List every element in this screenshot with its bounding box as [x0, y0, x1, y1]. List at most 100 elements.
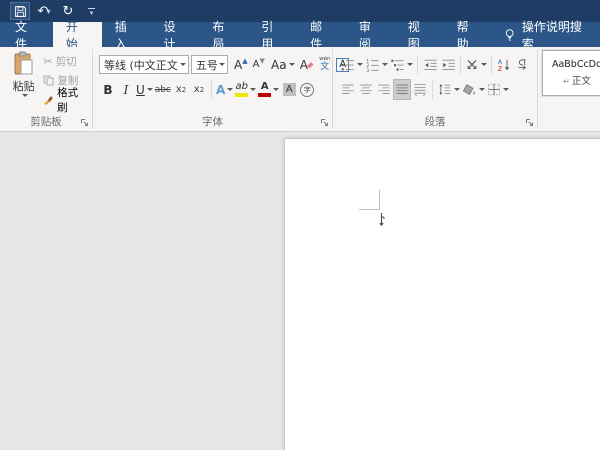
decrease-indent-button[interactable] — [421, 54, 439, 75]
font-color-red-bar — [258, 93, 271, 97]
paste-icon — [12, 51, 35, 77]
clipboard-dialog-launcher[interactable] — [80, 118, 89, 127]
tab-insert[interactable]: 插入 — [102, 22, 151, 47]
decrease-indent-icon — [423, 58, 438, 72]
phonetic-guide-button[interactable]: wén 文 — [316, 54, 334, 75]
svg-text:A: A — [498, 59, 503, 66]
subscript-button[interactable]: x2 — [172, 79, 190, 100]
paragraph-dialog-launcher[interactable] — [525, 118, 534, 127]
tab-layout[interactable]: 布局 — [199, 22, 248, 47]
change-case-button[interactable]: Aa — [274, 54, 292, 75]
increase-indent-button[interactable] — [439, 54, 457, 75]
sort-button[interactable]: AZ — [495, 54, 513, 75]
redo-icon: ↻ — [63, 4, 74, 19]
show-hide-marks-icon — [515, 58, 529, 72]
paragraph-group: 123 — [333, 47, 537, 131]
clipboard-group-label: 剪贴板 — [30, 114, 62, 129]
eraser-icon — [306, 60, 314, 69]
shading-button[interactable] — [461, 79, 486, 100]
italic-button[interactable]: I — [117, 79, 135, 100]
multilevel-list-icon — [390, 58, 405, 72]
superscript-button[interactable]: x2 — [190, 79, 208, 100]
strikethrough-button[interactable]: abc — [154, 79, 172, 100]
tab-help[interactable]: 帮助 — [444, 22, 493, 47]
style-name: ↵正文 — [563, 73, 591, 87]
distribute-icon — [413, 83, 427, 96]
cut-icon: ✂ — [43, 55, 52, 68]
line-spacing-button[interactable] — [436, 79, 461, 100]
document-page[interactable] — [284, 138, 600, 450]
paragraph-style-mark-icon: ↵ — [563, 77, 570, 86]
tab-view[interactable]: 视图 — [395, 22, 444, 47]
cut-label: 剪切 — [56, 54, 77, 69]
format-painter-label: 格式刷 — [57, 85, 88, 115]
borders-button[interactable] — [486, 79, 510, 100]
font-size-combo[interactable]: 五号 — [191, 55, 228, 74]
highlight-dropdown-arrow-icon — [250, 88, 256, 91]
align-left-button[interactable] — [339, 79, 357, 100]
undo-dropdown-arrow-icon[interactable]: ▾ — [46, 7, 50, 16]
paragraph-group-label: 段落 — [425, 114, 446, 129]
font-name-value: 等线 (中文正文 — [104, 57, 178, 73]
font-color-button[interactable]: A — [257, 79, 280, 100]
align-right-button[interactable] — [375, 79, 393, 100]
show-hide-marks-button[interactable] — [513, 54, 531, 75]
align-left-icon — [341, 83, 355, 96]
asian-layout-icon — [465, 58, 479, 71]
tab-mailings[interactable]: 邮件 — [297, 22, 346, 47]
style-normal[interactable]: AaBbCcDd ↵正文 — [542, 50, 600, 96]
tab-file[interactable]: 文件 — [0, 22, 53, 47]
borders-icon — [487, 83, 501, 96]
align-right-icon — [377, 83, 391, 96]
enclose-characters-button[interactable]: 字 — [298, 79, 316, 100]
text-effects-button[interactable]: A — [215, 79, 234, 100]
underline-dropdown-arrow-icon — [147, 88, 153, 91]
character-shading-button[interactable]: A — [280, 79, 298, 100]
tab-design[interactable]: 设计 — [151, 22, 200, 47]
grow-font-button[interactable]: A▲ — [232, 54, 250, 75]
bullets-icon — [340, 58, 355, 72]
tab-references[interactable]: 引用 — [248, 22, 297, 47]
font-group-label: 字体 — [202, 114, 223, 129]
shading-icon — [462, 83, 477, 97]
clipboard-group: 粘贴 ✂ 剪切 复制 — [0, 47, 92, 131]
underline-button[interactable]: U — [135, 79, 154, 100]
customize-quick-access-button[interactable]: ▾ — [88, 8, 95, 15]
align-center-button[interactable] — [357, 79, 375, 100]
font-group: 等线 (中文正文 五号 A▲ A▼ — [93, 47, 332, 131]
shrink-font-button[interactable]: A▼ — [250, 54, 268, 75]
highlight-yellow-bar — [235, 93, 248, 97]
document-area[interactable] — [0, 132, 600, 450]
tab-home[interactable]: 开始 — [53, 22, 102, 47]
bullets-button[interactable] — [339, 54, 364, 75]
font-color-dropdown-arrow-icon — [273, 88, 279, 91]
asian-layout-button[interactable] — [464, 54, 488, 75]
highlight-color-button[interactable]: ab — [234, 79, 257, 100]
ribbon-tab-bar: 文件 开始 插入 设计 布局 引用 邮件 审阅 视图 帮助 操作说明搜索 — [0, 22, 600, 47]
title-bar: ↶ ▾ ↻ ▾ — [0, 0, 600, 22]
paste-dropdown-arrow-icon[interactable] — [22, 94, 28, 97]
font-name-combo[interactable]: 等线 (中文正文 — [99, 55, 189, 74]
tell-me-search[interactable]: 操作说明搜索 — [494, 22, 600, 47]
style-preview-text: AaBbCcDd — [552, 59, 600, 70]
lightbulb-icon — [504, 28, 515, 42]
tab-review[interactable]: 审阅 — [346, 22, 395, 47]
text-boundary-crop-mark — [359, 209, 380, 210]
phonetic-guide-icon: wén 文 — [319, 57, 330, 72]
clear-formatting-button[interactable]: A — [298, 54, 316, 75]
bold-button[interactable]: B — [99, 79, 117, 100]
multilevel-list-button[interactable] — [389, 54, 414, 75]
justify-button[interactable] — [393, 79, 411, 100]
numbering-icon: 123 — [365, 58, 380, 72]
paste-button[interactable]: 粘贴 — [6, 51, 41, 112]
sort-icon: AZ — [497, 58, 511, 72]
numbering-button[interactable]: 123 — [364, 54, 389, 75]
cut-button[interactable]: ✂ 剪切 — [43, 53, 88, 70]
save-icon — [14, 5, 27, 18]
word-window: ↶ ▾ ↻ ▾ 文件 开始 插入 设计 布局 引用 邮件 审阅 视图 帮助 — [0, 0, 600, 450]
text-boundary-crop-mark — [379, 190, 380, 210]
font-dialog-launcher[interactable] — [320, 118, 329, 127]
distribute-button[interactable] — [411, 79, 429, 100]
format-painter-button[interactable]: 格式刷 — [43, 91, 88, 108]
ribbon: 粘贴 ✂ 剪切 复制 — [0, 47, 600, 132]
